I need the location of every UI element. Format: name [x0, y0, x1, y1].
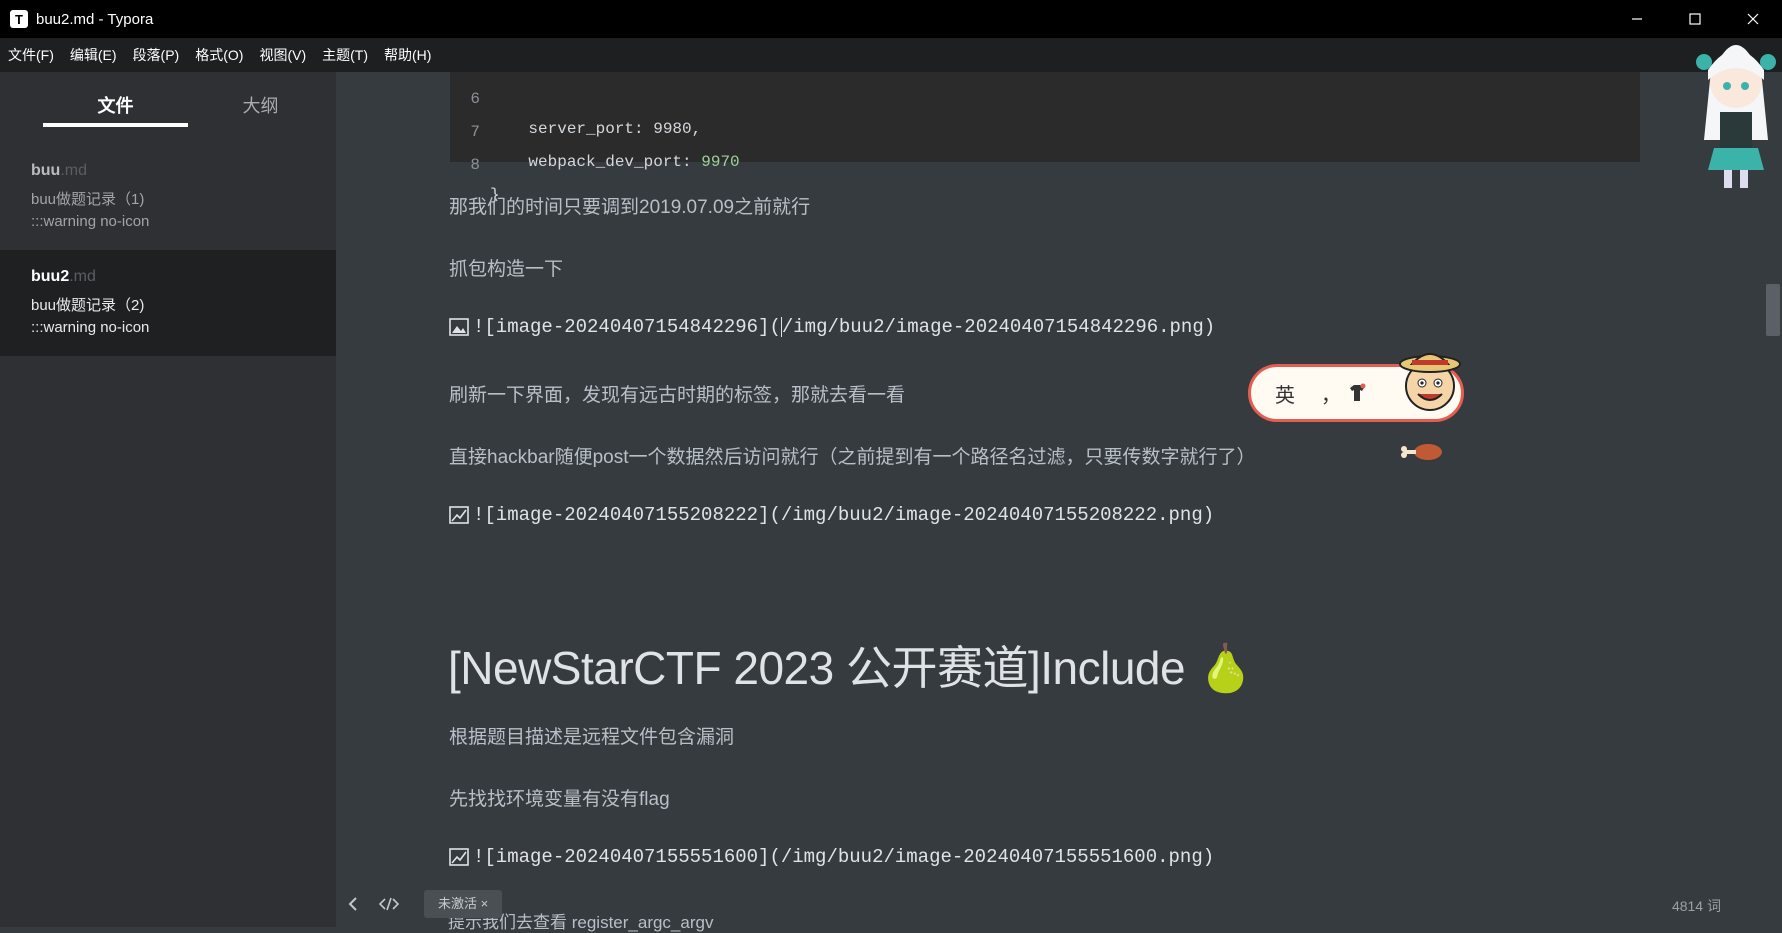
typora-logo-icon: T	[10, 10, 28, 28]
code-line: 7 webpack_dev_port: 9970	[470, 123, 740, 171]
paragraph[interactable]: 那我们的时间只要调到2019.07.09之前就行	[449, 192, 810, 219]
paragraph[interactable]: 抓包构造一下	[449, 254, 563, 281]
file-preview-title: buu做题记录（2)	[31, 297, 145, 314]
editor-area[interactable]: 6 server_port: 9980, 7 webpack_dev_port:…	[336, 72, 1746, 882]
menu-theme[interactable]: 主题(T)	[314, 38, 376, 72]
status-bar: 提示我们去查看 register_argc_argv 未激活 × 4814 词	[336, 882, 1769, 932]
image-markdown[interactable]: ![image-20240407154842296](/img/buu2/ima…	[449, 316, 1215, 338]
source-code-mode-button[interactable]	[378, 896, 400, 917]
paragraph[interactable]: 根据题目描述是远程文件包含漏洞	[449, 722, 734, 749]
ime-mode-label: 英	[1275, 385, 1295, 407]
file-item-buu[interactable]: buu.md buu做题记录（1) :::warning no-icon	[0, 144, 336, 250]
paragraph[interactable]: 直接hackbar随便post一个数据然后访问就行（之前提到有一个路径名过滤，只…	[449, 442, 1256, 469]
broken-image-icon	[449, 506, 469, 524]
image-markdown[interactable]: ![image-20240407155208222](/img/buu2/ima…	[449, 504, 1214, 526]
window-title: buu2.md - Typora	[36, 10, 154, 28]
luffy-sticker-icon	[1399, 353, 1461, 411]
tab-files[interactable]: 文件	[43, 72, 188, 127]
code-line: 6 server_port: 9980,	[470, 90, 702, 138]
sidebar: 文件 大纲 buu.md buu做题记录（1) :::warning no-ic…	[0, 72, 336, 927]
title-bar: T buu2.md - Typora	[0, 0, 1782, 38]
file-preview-title: buu做题记录（1)	[31, 191, 145, 208]
file-preview-text: :::warning no-icon	[31, 213, 150, 230]
menu-file[interactable]: 文件(F)	[0, 38, 62, 72]
menu-edit[interactable]: 编辑(E)	[62, 38, 125, 72]
menu-format[interactable]: 格式(O)	[187, 38, 251, 72]
heading-1[interactable]: [NewStarCTF 2023 公开赛道]Include 🍐	[448, 632, 1255, 698]
menu-view[interactable]: 视图(V)	[251, 38, 314, 72]
word-count[interactable]: 4814 词	[1672, 896, 1721, 916]
ime-punct-label: ，	[1321, 385, 1341, 407]
minimize-button[interactable]	[1608, 0, 1666, 38]
activation-tag[interactable]: 未激活 ×	[424, 890, 503, 918]
menu-help[interactable]: 帮助(H)	[376, 38, 439, 72]
code-icon	[378, 897, 400, 911]
broken-image-icon	[449, 848, 469, 866]
tab-outline[interactable]: 大纲	[188, 72, 333, 132]
file-item-buu2[interactable]: buu2.md buu做题记录（2) :::warning no-icon	[0, 250, 336, 356]
minimize-icon	[1632, 18, 1642, 20]
scrollbar-track[interactable]	[1769, 72, 1782, 927]
toggle-sidebar-button[interactable]	[346, 896, 360, 917]
image-markdown[interactable]: ![image-20240407155551600](/img/buu2/ima…	[449, 846, 1214, 868]
meat-icon	[1401, 444, 1442, 460]
image-icon	[449, 318, 469, 336]
file-preview-text: :::warning no-icon	[31, 319, 150, 336]
chevron-left-icon	[348, 897, 357, 911]
paragraph[interactable]: 刷新一下界面，发现有远古时期的标签，那就去看一看	[449, 380, 905, 407]
paragraph[interactable]: 先找找环境变量有没有flag	[449, 784, 670, 811]
code-block[interactable]: 6 server_port: 9980, 7 webpack_dev_port:…	[450, 72, 1640, 204]
scrollbar-thumb[interactable]	[1766, 284, 1780, 336]
file-name: buu.md	[31, 162, 87, 179]
menu-bar: 文件(F) 编辑(E) 段落(P) 格式(O) 视图(V) 主题(T) 帮助(H…	[0, 38, 1782, 72]
file-name: buu2.md	[31, 268, 96, 285]
sidebar-tabs: 文件 大纲	[0, 72, 336, 132]
menu-paragraph[interactable]: 段落(P)	[125, 38, 188, 72]
code-line: 8 }	[470, 156, 500, 204]
shirt-icon	[1350, 383, 1366, 401]
